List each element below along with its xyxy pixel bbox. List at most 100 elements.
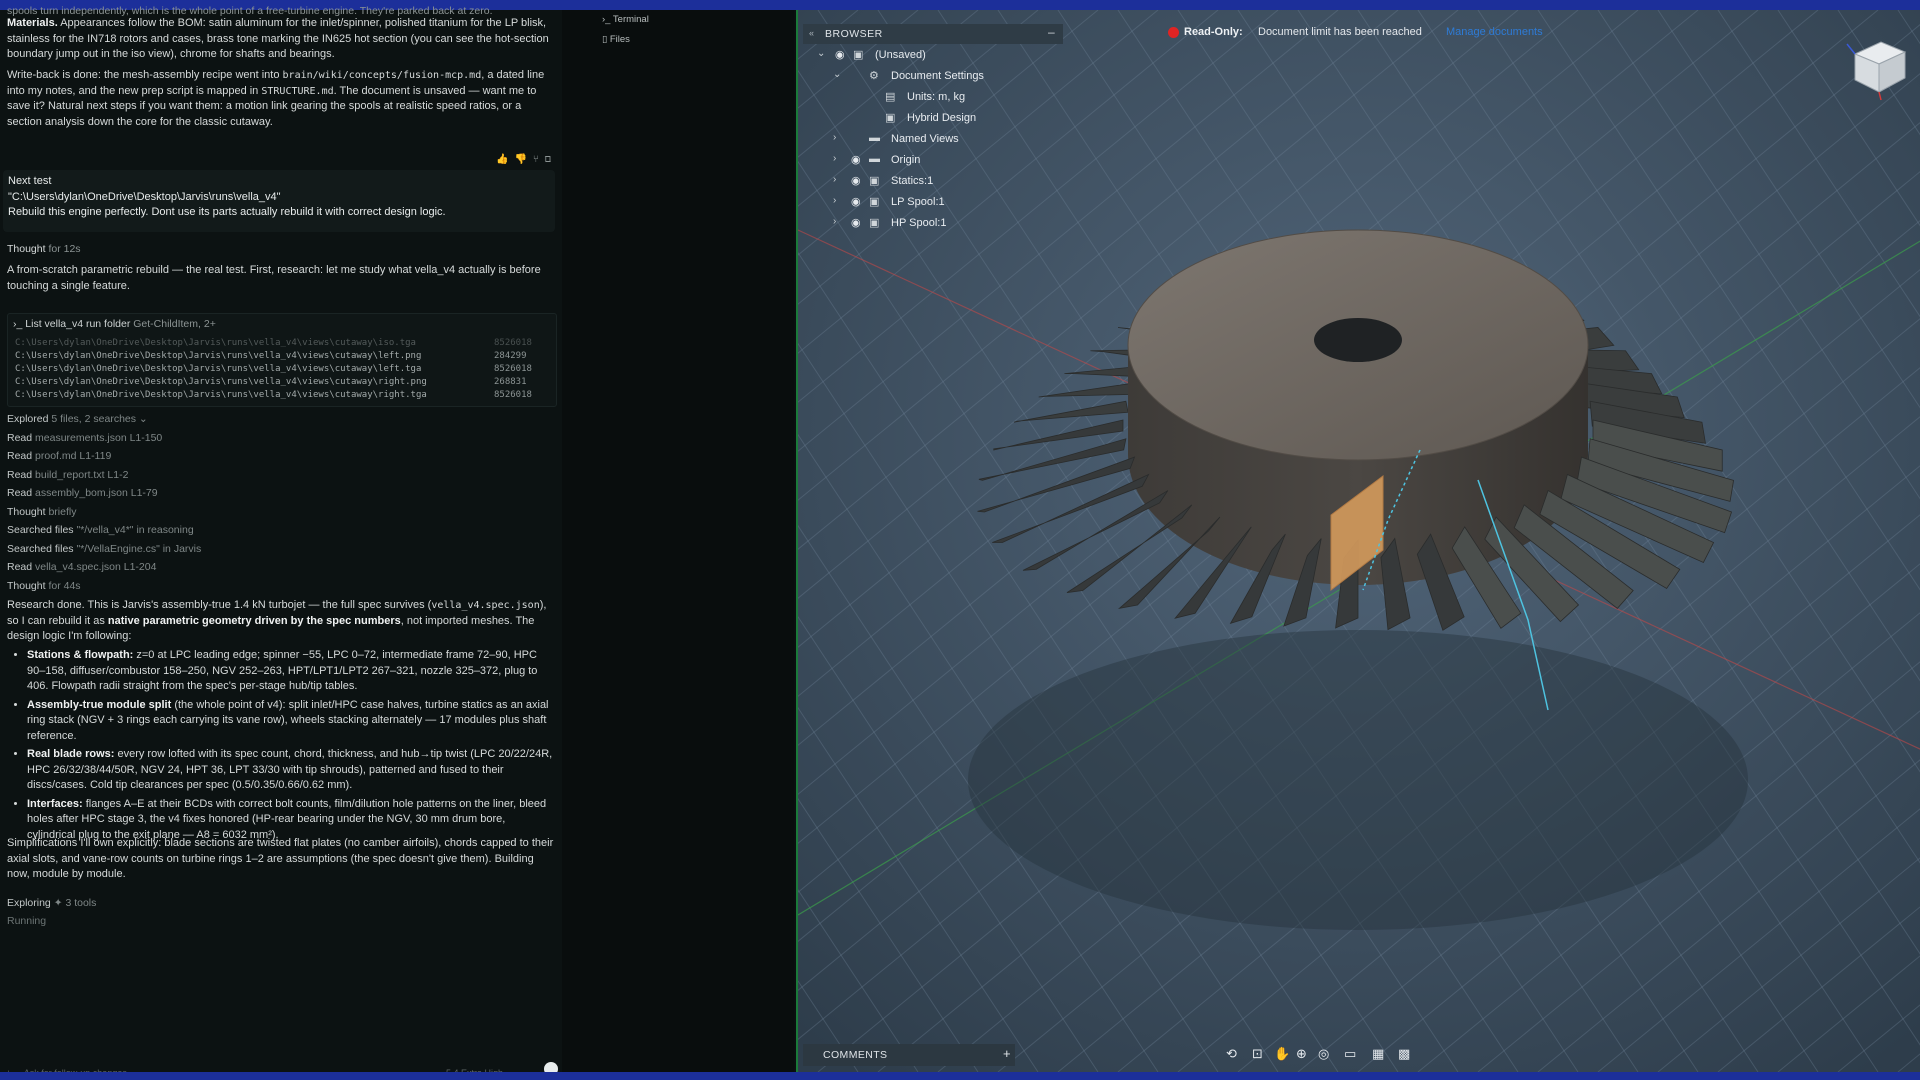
user-message-title: Next test: [8, 175, 52, 187]
activity-verb: Thought: [7, 505, 46, 518]
activity-item[interactable]: Read proof.md L1-119: [7, 449, 111, 465]
design-logic-body: flanges A–E at their BCDs with correct b…: [27, 797, 547, 841]
design-logic-heading: Stations & flowpath:: [27, 649, 134, 661]
activity-item[interactable]: Thought briefly: [7, 505, 76, 521]
activity-detail: 5 files, 2 searches ⌄: [51, 413, 148, 425]
design-logic-item: Stations & flowpath: z=0 at LPC leading …: [27, 648, 555, 695]
activity-item[interactable]: Explored 5 files, 2 searches ⌄: [7, 412, 148, 428]
message-actions: 👍👎⑂⧉: [496, 152, 557, 168]
exploring-detail: 3 tools: [65, 897, 97, 909]
comments-label: COMMENTS: [823, 1049, 888, 1061]
research-bold: native parametric geometry driven by the…: [107, 614, 401, 627]
browser-header[interactable]: « BROWSER –: [803, 24, 1063, 44]
chevron-down-icon[interactable]: ⌄: [833, 69, 841, 80]
bottom-accent-band: [0, 1072, 1920, 1080]
activity-item[interactable]: Searched files "*/VellaEngine.cs" in Jar…: [7, 542, 201, 558]
browser-node[interactable]: ⌄ ⚙ Document Settings: [803, 67, 1063, 87]
browser-node[interactable]: › ◉ ▣ Statics:1: [803, 172, 1063, 192]
thumbs-up-icon[interactable]: 👍: [496, 154, 514, 165]
chevron-right-icon[interactable]: ›: [833, 195, 836, 206]
gear-icon: ⚙: [869, 70, 879, 82]
chevron-right-icon[interactable]: ›: [833, 216, 836, 227]
command-subtitle: Get-ChildItem, 2+: [133, 318, 216, 330]
visibility-eye-icon[interactable]: ◉: [851, 153, 861, 166]
activity-item[interactable]: Read assembly_bom.json L1-79: [7, 486, 158, 502]
visibility-eye-icon[interactable]: ◉: [851, 174, 861, 187]
activity-item[interactable]: Read measurements.json L1-150: [7, 431, 162, 447]
chevron-right-icon[interactable]: ›: [833, 132, 836, 143]
add-comment-icon[interactable]: +: [1003, 1046, 1011, 1061]
thought-time: for 12s: [48, 243, 81, 255]
browser-node[interactable]: ▣ Hybrid Design: [803, 109, 1063, 129]
browser-node[interactable]: ▤ Units: m, kg: [803, 88, 1063, 108]
activity-detail: briefly: [48, 505, 77, 518]
activity-item[interactable]: Read vella_v4.spec.json L1-204: [7, 560, 156, 576]
view-cube[interactable]: [1843, 32, 1913, 102]
activity-verb: Read: [7, 450, 33, 462]
browser-node[interactable]: › ◉ ▣ LP Spool:1: [803, 193, 1063, 213]
navigation-toolbar: ⟲ ⊡ ✋ ⊕ ◎ ▭ ▦ ▩: [1226, 1044, 1446, 1066]
browser-node[interactable]: ⌄ ◉ ▣ (Unsaved): [803, 46, 1063, 66]
display-settings-icon[interactable]: ▭: [1344, 1046, 1356, 1062]
file-icon: ▯: [602, 34, 608, 45]
orbit-icon[interactable]: ⟲: [1226, 1046, 1237, 1062]
browser-node[interactable]: › ▬ Named Views: [803, 130, 1063, 150]
model-shadow: [968, 630, 1748, 930]
branch-icon[interactable]: ⑂: [533, 154, 545, 165]
activity-verb: Read: [7, 431, 33, 444]
thumbs-down-icon[interactable]: 👎: [514, 154, 532, 165]
activity-verb: Searched files: [7, 524, 74, 536]
materials-heading: Materials.: [7, 17, 58, 29]
activity-item[interactable]: Read build_report.txt L1-2: [7, 468, 128, 484]
collapse-arrows-icon[interactable]: «: [809, 28, 814, 38]
browser-node-label: LP Spool:1: [891, 196, 945, 208]
activity-item[interactable]: Searched files "*/vella_v4*" in reasonin…: [7, 523, 194, 539]
chevron-right-icon[interactable]: ›: [833, 174, 836, 185]
activity-detail: proof.md L1-119: [35, 450, 112, 462]
copy-icon[interactable]: ⧉: [545, 154, 557, 165]
browser-node-label: HP Spool:1: [891, 217, 947, 229]
readonly-dot-icon: [1168, 27, 1179, 38]
chat-simplify-paragraph: Simplifications I'll own explicitly: bla…: [7, 837, 554, 880]
pan-icon[interactable]: ✋: [1274, 1046, 1290, 1062]
tool-icon: ✦: [53, 897, 63, 909]
visibility-eye-icon[interactable]: ◉: [835, 48, 845, 61]
comments-panel[interactable]: COMMENTS +: [803, 1044, 1015, 1066]
viewports-icon[interactable]: ▩: [1398, 1046, 1410, 1062]
user-message: Next test "C:\Users\dylan\OneDrive\Deskt…: [3, 170, 555, 232]
writeback-code-2: STRUCTURE.md: [261, 85, 334, 97]
cad-viewport[interactable]: « BROWSER – ⌄ ◉ ▣ (Unsaved) ⌄ ⚙ Document Setti…: [796, 10, 1920, 1072]
readonly-message: Document limit has been reached: [1258, 26, 1422, 38]
visibility-eye-icon[interactable]: ◉: [851, 216, 861, 229]
visibility-eye-icon[interactable]: ◉: [851, 195, 861, 208]
activity-verb: Explored: [7, 413, 49, 425]
grid-settings-icon[interactable]: ▦: [1372, 1046, 1384, 1062]
look-at-icon[interactable]: ⊡: [1252, 1046, 1263, 1062]
manage-documents-link[interactable]: Manage documents: [1446, 26, 1543, 38]
activity-verb: Searched files: [7, 542, 74, 555]
browser-node[interactable]: › ◉ ▬ Origin: [803, 151, 1063, 171]
pane-item-terminal[interactable]: ›_ Terminal: [602, 14, 649, 25]
materials-body: Appearances follow the BOM: satin alumin…: [7, 17, 549, 60]
design-logic-heading: Interfaces:: [27, 797, 83, 810]
browser-node-label: Statics:1: [891, 175, 934, 187]
fit-icon[interactable]: ◎: [1318, 1046, 1329, 1062]
activity-item[interactable]: Thought for 44s: [7, 579, 81, 595]
chat-intro-paragraph: A from-scratch parametric rebuild — the …: [7, 264, 541, 292]
activity-verb: Read: [7, 468, 33, 481]
chevron-down-icon[interactable]: ⌄: [817, 48, 825, 59]
exploring-status[interactable]: Exploring ✦ 3 tools: [7, 896, 96, 912]
command-header[interactable]: ›_ List vella_v4 run folder Get-ChildIte…: [13, 317, 216, 333]
pane-item-files[interactable]: ▯ Files: [602, 34, 630, 45]
user-message-path: "C:\Users\dylan\OneDrive\Desktop\Jarvis\…: [8, 190, 281, 203]
chevron-right-icon[interactable]: ›: [833, 153, 836, 164]
activity-verb: Thought: [7, 579, 46, 592]
output-size: 8526018: [494, 390, 532, 400]
design-logic-item: Assembly-true module split (the whole po…: [27, 698, 555, 745]
readonly-label: Read-Only:: [1184, 26, 1243, 38]
browser-node[interactable]: › ◉ ▣ HP Spool:1: [803, 214, 1063, 234]
chat-materials-paragraph: Materials. Appearances follow the BOM: s…: [7, 16, 555, 63]
thought-1[interactable]: Thought for 12s: [7, 242, 555, 258]
zoom-icon[interactable]: ⊕: [1296, 1046, 1307, 1062]
minimize-icon[interactable]: –: [1048, 25, 1055, 39]
